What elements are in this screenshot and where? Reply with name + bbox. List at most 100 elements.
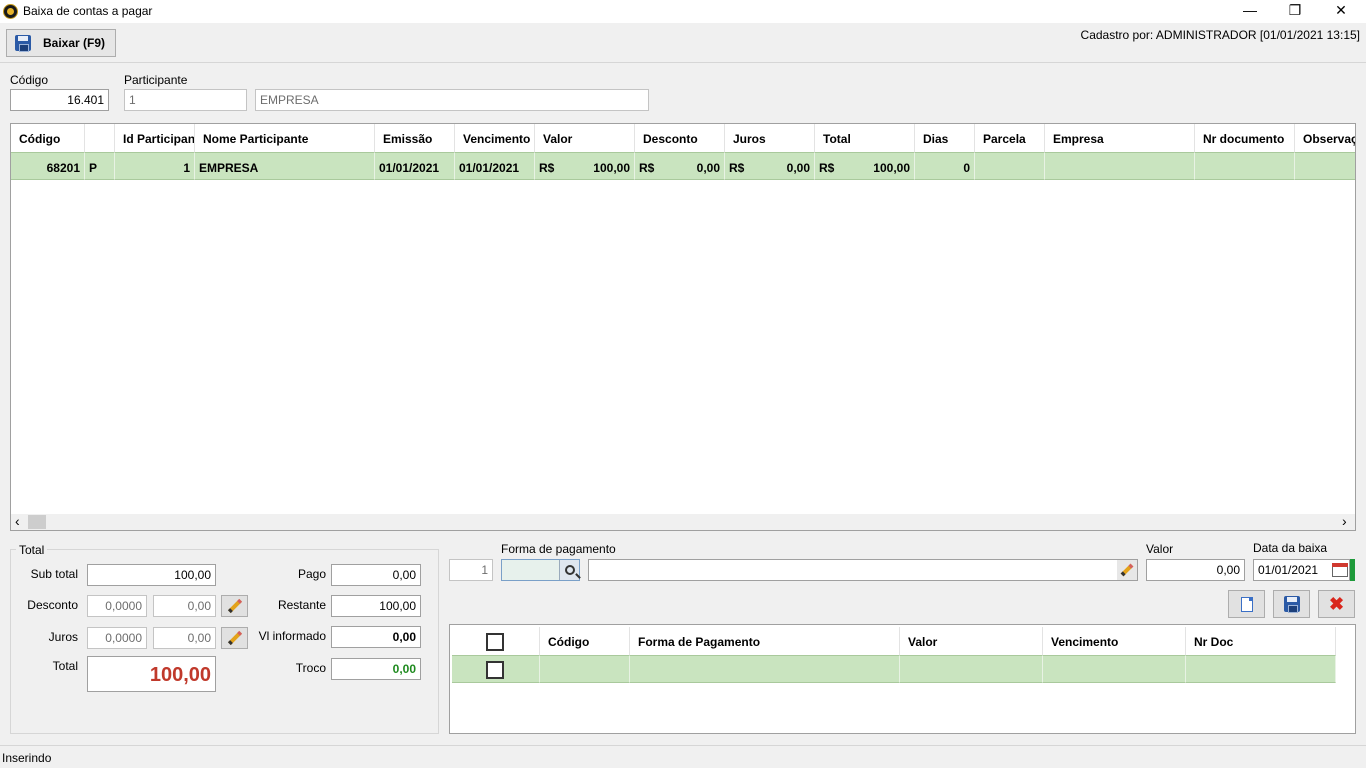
- subtotal-label: Sub total: [30, 567, 78, 581]
- cell-id-participante[interactable]: 1: [115, 152, 195, 180]
- codigo-field[interactable]: 16.401: [10, 89, 109, 111]
- date-valid-indicator: [1350, 559, 1355, 581]
- col-header-forma-pagamento[interactable]: Forma de Pagamento: [630, 627, 900, 655]
- forma-pagamento-label: Forma de pagamento: [501, 542, 616, 556]
- payments-grid[interactable]: Código Forma de Pagamento Valor Vencimen…: [449, 624, 1356, 734]
- scrollbar-thumb[interactable]: [28, 515, 46, 529]
- cell-valor-currency: R$: [539, 161, 555, 175]
- close-button[interactable]: ✕: [1318, 0, 1364, 23]
- col-header-total[interactable]: Total: [815, 124, 915, 152]
- cell-observacao[interactable]: [1295, 152, 1355, 180]
- cell-codigo[interactable]: 68201: [11, 152, 85, 180]
- col-header-codigo[interactable]: Código: [11, 124, 85, 152]
- cell-desconto-currency: R$: [639, 161, 655, 175]
- cell-parcela[interactable]: [975, 152, 1045, 180]
- payment-cell-vencimento[interactable]: [1043, 655, 1186, 683]
- new-document-icon: [1240, 596, 1253, 612]
- col-header-valor[interactable]: Valor: [535, 124, 635, 152]
- payment-seq-field: 1: [449, 559, 493, 581]
- col-header-observacao[interactable]: Observaç: [1295, 124, 1355, 152]
- payment-row-select[interactable]: [452, 655, 540, 683]
- search-forma-button[interactable]: [559, 560, 579, 580]
- totals-legend: Total: [16, 543, 48, 557]
- juros-value-field[interactable]: 0,00: [153, 627, 216, 649]
- cell-juros[interactable]: R$ 0,00: [725, 152, 815, 180]
- restore-button[interactable]: ❐: [1272, 0, 1318, 23]
- troco-field: 0,00: [331, 658, 421, 680]
- restante-label: Restante: [277, 598, 326, 612]
- cell-vencimento[interactable]: 01/01/2021: [455, 152, 535, 180]
- col-header-dias[interactable]: Dias: [915, 124, 975, 152]
- calendar-button[interactable]: [1330, 560, 1350, 580]
- valor-field[interactable]: 0,00: [1146, 559, 1245, 581]
- col-header-nr-documento[interactable]: Nr documento: [1195, 124, 1295, 152]
- col-header-emissao[interactable]: Emissão: [375, 124, 455, 152]
- save-icon: [1283, 596, 1300, 613]
- desconto-value-field[interactable]: 0,00: [153, 595, 216, 617]
- cell-empresa[interactable]: [1045, 152, 1195, 180]
- col-header-select[interactable]: [450, 627, 540, 655]
- payment-cell-valor[interactable]: [900, 655, 1043, 683]
- forma-pagamento-desc-field[interactable]: [588, 559, 1138, 581]
- delete-payment-button[interactable]: ✖: [1318, 590, 1355, 618]
- payment-cell-nr-doc[interactable]: [1186, 655, 1336, 683]
- pencil-icon: [227, 598, 242, 614]
- vl-informado-field: 0,00: [331, 626, 421, 648]
- row-checkbox[interactable]: [486, 661, 504, 679]
- cell-juros-amount: 0,00: [786, 161, 810, 175]
- cell-total-amount: 100,00: [873, 161, 910, 175]
- juros-percent-field[interactable]: 0,0000: [87, 627, 147, 649]
- cell-valor[interactable]: R$ 100,00: [535, 152, 635, 180]
- edit-forma-button[interactable]: [1117, 560, 1137, 580]
- cell-desconto[interactable]: R$ 0,00: [635, 152, 725, 180]
- desconto-percent-field[interactable]: 0,0000: [87, 595, 147, 617]
- vl-informado-label: Vl informado: [258, 629, 326, 643]
- scroll-left-icon[interactable]: ‹: [15, 514, 20, 529]
- save-payment-button[interactable]: [1273, 590, 1310, 618]
- subtotal-field: 100,00: [87, 564, 216, 586]
- baixar-button-label: Baixar (F9): [43, 36, 106, 50]
- cadastro-info: Cadastro por: ADMINISTRADOR [01/01/2021 …: [1080, 28, 1360, 42]
- col-header-pay-codigo[interactable]: Código: [540, 627, 630, 655]
- cell-emissao[interactable]: 01/01/2021: [375, 152, 455, 180]
- calendar-icon: [1332, 563, 1348, 577]
- desconto-label: Desconto: [27, 598, 78, 612]
- minimize-button[interactable]: —: [1227, 0, 1273, 23]
- payment-cell-forma[interactable]: [630, 655, 900, 683]
- baixar-button[interactable]: Baixar (F9): [6, 29, 116, 57]
- cell-nome-participante[interactable]: EMPRESA: [195, 152, 375, 180]
- cell-nr-documento[interactable]: [1195, 152, 1295, 180]
- col-header-pay-valor[interactable]: Valor: [900, 627, 1043, 655]
- contas-grid[interactable]: Código Id Participan Nome Participante E…: [10, 123, 1356, 531]
- col-header-tipo[interactable]: [85, 124, 115, 152]
- col-header-juros[interactable]: Juros: [725, 124, 815, 152]
- col-header-pay-vencimento[interactable]: Vencimento: [1043, 627, 1186, 655]
- new-payment-button[interactable]: [1228, 590, 1265, 618]
- cell-total[interactable]: R$ 100,00: [815, 152, 915, 180]
- total-label: Total: [52, 659, 78, 673]
- cell-valor-amount: 100,00: [593, 161, 630, 175]
- payment-cell-codigo[interactable]: [540, 655, 630, 683]
- cell-juros-currency: R$: [729, 161, 745, 175]
- grid-horizontal-scrollbar[interactable]: ‹ ›: [11, 514, 1355, 530]
- select-all-checkbox[interactable]: [486, 633, 504, 651]
- edit-desconto-button[interactable]: [221, 595, 248, 617]
- col-header-desconto[interactable]: Desconto: [635, 124, 725, 152]
- valor-label: Valor: [1146, 542, 1174, 556]
- window-title: Baixa de contas a pagar: [23, 4, 153, 18]
- edit-juros-button[interactable]: [221, 627, 248, 649]
- cell-dias[interactable]: 0: [915, 152, 975, 180]
- participante-id-field[interactable]: 1: [124, 89, 247, 111]
- scroll-right-icon[interactable]: ›: [1342, 514, 1347, 529]
- col-header-id-participante[interactable]: Id Participan: [115, 124, 195, 152]
- total-field: 100,00: [87, 656, 216, 692]
- col-header-vencimento[interactable]: Vencimento: [455, 124, 535, 152]
- cell-tipo[interactable]: P: [85, 152, 115, 180]
- pencil-icon: [227, 630, 242, 646]
- col-header-nr-doc[interactable]: Nr Doc: [1186, 627, 1336, 655]
- save-icon: [15, 35, 31, 52]
- col-header-empresa[interactable]: Empresa: [1045, 124, 1195, 152]
- col-header-parcela[interactable]: Parcela: [975, 124, 1045, 152]
- col-header-nome-participante[interactable]: Nome Participante: [195, 124, 375, 152]
- participante-label: Participante: [124, 73, 188, 87]
